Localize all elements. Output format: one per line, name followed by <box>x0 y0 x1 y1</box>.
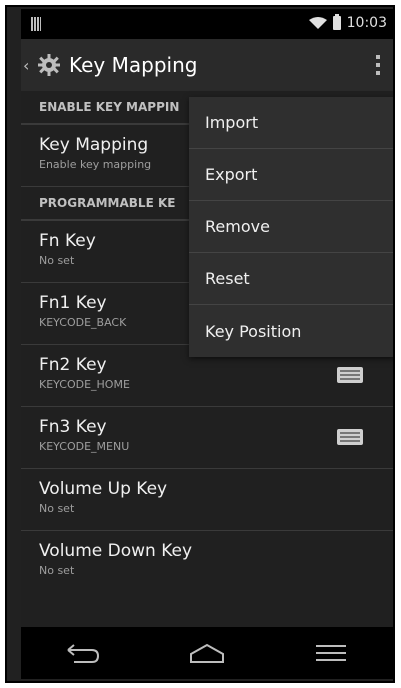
wifi-icon <box>308 17 327 29</box>
recents-button[interactable] <box>310 638 352 668</box>
action-bar: ‹ Key Mapping <box>21 39 393 91</box>
list-item-fn3-key[interactable]: Fn3 Key KEYCODE_MENU <box>21 407 393 469</box>
status-time: 10:03 <box>346 15 387 31</box>
item-subtitle: No set <box>39 564 75 577</box>
item-title: Volume Down Key <box>39 541 193 561</box>
home-icon <box>190 643 224 663</box>
menu-icon <box>316 645 346 661</box>
gear-icon[interactable] <box>33 49 65 81</box>
list-item-volume-up-key[interactable]: Volume Up Key No set <box>21 469 393 531</box>
menu-item-remove[interactable]: Remove <box>189 201 393 253</box>
item-subtitle: No set <box>39 502 75 515</box>
status-right: 10:03 <box>308 14 387 31</box>
overflow-menu: Import Export Remove Reset Key Position <box>189 97 393 357</box>
back-arrow-icon <box>67 644 100 663</box>
list-item-volume-down-key[interactable]: Volume Down Key No set <box>21 531 393 593</box>
signal-icon <box>31 17 41 31</box>
back-button[interactable] <box>62 638 104 668</box>
keyboard-icon <box>337 367 363 383</box>
item-title: Volume Up Key <box>39 479 168 499</box>
menu-item-reset[interactable]: Reset <box>189 253 393 305</box>
page-title: Key Mapping <box>69 53 198 77</box>
gear-svg <box>38 54 60 76</box>
menu-item-key-position[interactable]: Key Position <box>189 305 393 357</box>
status-bar: 10:03 <box>21 9 393 39</box>
device-frame: 10:03 ‹ Key Mapping ENABLE KEY MAPPIN Ke… <box>5 5 395 683</box>
keyboard-icon <box>337 429 363 445</box>
battery-icon <box>332 14 341 30</box>
home-button[interactable] <box>186 638 228 668</box>
screen: 10:03 ‹ Key Mapping ENABLE KEY MAPPIN Ke… <box>21 9 393 679</box>
overflow-menu-icon[interactable] <box>375 55 381 75</box>
menu-item-import[interactable]: Import <box>189 97 393 149</box>
menu-item-export[interactable]: Export <box>189 149 393 201</box>
navigation-bar <box>21 627 393 679</box>
